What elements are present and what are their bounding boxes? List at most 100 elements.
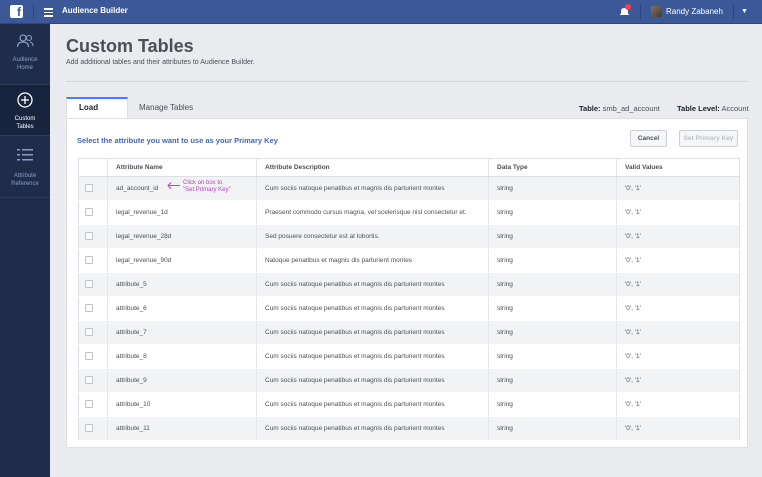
column-header[interactable]: Data Type bbox=[488, 158, 617, 177]
data-type: string bbox=[488, 176, 617, 201]
table-row[interactable]: legal_revenue_1d Praesent commodo cursus… bbox=[78, 200, 740, 225]
valid-values: '0', '1' bbox=[616, 296, 740, 321]
row-select-cell[interactable] bbox=[78, 224, 108, 249]
table-row[interactable]: legal_revenue_28d Sed posuere consectetu… bbox=[78, 224, 740, 249]
sidebar-item-attribute-reference[interactable]: Attribute Reference bbox=[0, 148, 50, 198]
row-select-cell[interactable] bbox=[78, 296, 108, 321]
column-header[interactable]: Valid Values bbox=[616, 158, 740, 177]
divider bbox=[66, 81, 748, 82]
attribute-name-cell: legal_revenue_1d bbox=[107, 200, 257, 225]
valid-values: '0', '1' bbox=[616, 176, 740, 201]
sidebar-item-custom-tables[interactable]: Custom Tables bbox=[0, 85, 50, 135]
attribute-name: attribute_5 bbox=[116, 280, 147, 288]
sidebar-item-label: Tables bbox=[16, 124, 34, 130]
attribute-description: Cum sociis natoque penatibus et magnis d… bbox=[256, 344, 489, 369]
tab-load-table[interactable]: Load Table bbox=[66, 97, 128, 130]
table-row[interactable]: attribute_10 Cum sociis natoque penatibu… bbox=[78, 392, 740, 417]
primary-key-prompt: Select the attribute you want to use as … bbox=[77, 136, 278, 145]
column-header[interactable]: Attribute Name bbox=[107, 158, 257, 177]
table-level-value: Account bbox=[721, 104, 749, 113]
row-checkbox[interactable] bbox=[85, 352, 93, 361]
table-row[interactable]: attribute_11 Cum sociis natoque penatibu… bbox=[78, 416, 740, 441]
data-type: string bbox=[488, 344, 617, 369]
avatar[interactable] bbox=[651, 6, 662, 17]
attribute-name-cell: attribute_5 bbox=[107, 272, 257, 297]
table-row[interactable]: legal_revenue_90d Natoque penatibus et m… bbox=[78, 248, 740, 273]
divider bbox=[640, 4, 641, 20]
attribute-name: legal_revenue_90d bbox=[116, 256, 172, 264]
sidebar-item-label: Attribute bbox=[13, 173, 37, 179]
list-icon bbox=[17, 149, 33, 161]
top-bar: f Audience Builder Randy Zabaneh ▼ bbox=[0, 0, 762, 24]
row-select-cell[interactable] bbox=[78, 248, 108, 273]
valid-values: '0', '1' bbox=[616, 272, 740, 297]
row-checkbox[interactable] bbox=[85, 208, 93, 217]
attribute-description: Cum sociis natoque penatibus et magnis d… bbox=[256, 368, 489, 393]
table-level-label: Table Level: bbox=[677, 104, 720, 113]
table-row[interactable]: attribute_5 Cum sociis natoque penatibus… bbox=[78, 272, 740, 297]
row-select-cell[interactable] bbox=[78, 176, 108, 201]
row-checkbox[interactable] bbox=[85, 424, 93, 433]
table-row[interactable]: ad_account_id Click on box to "Set Primar… bbox=[78, 176, 740, 201]
tab-manage-tables[interactable]: Manage Tables bbox=[127, 97, 205, 118]
table-value: smb_ad_account bbox=[602, 104, 660, 113]
table-label: Table: bbox=[579, 104, 601, 113]
attribute-name-cell: legal_revenue_90d bbox=[107, 248, 257, 273]
valid-values: '0', '1' bbox=[616, 416, 740, 441]
data-type: string bbox=[488, 200, 617, 225]
column-header bbox=[78, 158, 108, 177]
facebook-logo[interactable]: f bbox=[10, 5, 23, 18]
row-select-cell[interactable] bbox=[78, 320, 108, 345]
attribute-name: attribute_9 bbox=[116, 376, 147, 384]
divider bbox=[0, 197, 50, 198]
attribute-name-cell: ad_account_id Click on box to "Set Primar… bbox=[107, 176, 257, 201]
row-select-cell[interactable] bbox=[78, 392, 108, 417]
row-select-cell[interactable] bbox=[78, 416, 108, 441]
user-name[interactable]: Randy Zabaneh bbox=[666, 7, 723, 16]
row-checkbox[interactable] bbox=[85, 304, 93, 313]
data-type: string bbox=[488, 224, 617, 249]
table-row[interactable]: attribute_9 Cum sociis natoque penatibus… bbox=[78, 368, 740, 393]
attribute-name: attribute_7 bbox=[116, 328, 147, 336]
cancel-button[interactable]: Cancel bbox=[630, 130, 667, 147]
row-select-cell[interactable] bbox=[78, 368, 108, 393]
sidebar-item-label: Custom bbox=[14, 116, 36, 122]
attribute-name-cell: attribute_8 bbox=[107, 344, 257, 369]
attribute-name: legal_revenue_1d bbox=[116, 208, 168, 216]
data-type: string bbox=[488, 416, 617, 441]
app-title: Audience Builder bbox=[62, 6, 128, 15]
column-header[interactable]: Attribute Description bbox=[256, 158, 489, 177]
data-type: string bbox=[488, 296, 617, 321]
row-checkbox[interactable] bbox=[85, 376, 93, 385]
valid-values: '0', '1' bbox=[616, 224, 740, 249]
data-type: string bbox=[488, 272, 617, 297]
attribute-name: attribute_8 bbox=[116, 352, 147, 360]
row-select-cell[interactable] bbox=[78, 200, 108, 225]
row-checkbox[interactable] bbox=[85, 400, 93, 409]
attribute-description: Cum sociis natoque penatibus et magnis d… bbox=[256, 272, 489, 297]
row-checkbox[interactable] bbox=[85, 256, 93, 265]
menu-icon[interactable] bbox=[44, 8, 53, 17]
data-type: string bbox=[488, 248, 617, 273]
primary-key-hint: Click on box to "Set Primary Key" bbox=[183, 180, 231, 194]
row-checkbox[interactable] bbox=[85, 328, 93, 337]
row-checkbox[interactable] bbox=[85, 184, 93, 193]
attribute-description: Natoque penatibus et magnis dis parturie… bbox=[256, 248, 489, 273]
data-type: string bbox=[488, 392, 617, 417]
chevron-down-icon[interactable]: ▼ bbox=[741, 8, 748, 15]
attribute-description: Sed posuere consectetur est at lobortis. bbox=[256, 224, 489, 249]
row-checkbox[interactable] bbox=[85, 232, 93, 241]
set-primary-key-button[interactable]: Set Primary Key bbox=[679, 130, 738, 147]
page-title: Custom Tables bbox=[66, 36, 194, 56]
row-select-cell[interactable] bbox=[78, 344, 108, 369]
sidebar: Audience Home Custom Tables Attribute Refer… bbox=[0, 24, 50, 477]
row-checkbox[interactable] bbox=[85, 280, 93, 289]
sidebar-item-label: Audience bbox=[12, 57, 38, 63]
hint-line: Click on box to bbox=[183, 179, 223, 186]
table-row[interactable]: attribute_6 Cum sociis natoque penatibus… bbox=[78, 296, 740, 321]
sidebar-item-audience-home[interactable]: Audience Home bbox=[0, 32, 50, 84]
row-select-cell[interactable] bbox=[78, 272, 108, 297]
data-type: string bbox=[488, 320, 617, 345]
table-row[interactable]: attribute_7 Cum sociis natoque penatibus… bbox=[78, 320, 740, 345]
table-row[interactable]: attribute_8 Cum sociis natoque penatibus… bbox=[78, 344, 740, 369]
